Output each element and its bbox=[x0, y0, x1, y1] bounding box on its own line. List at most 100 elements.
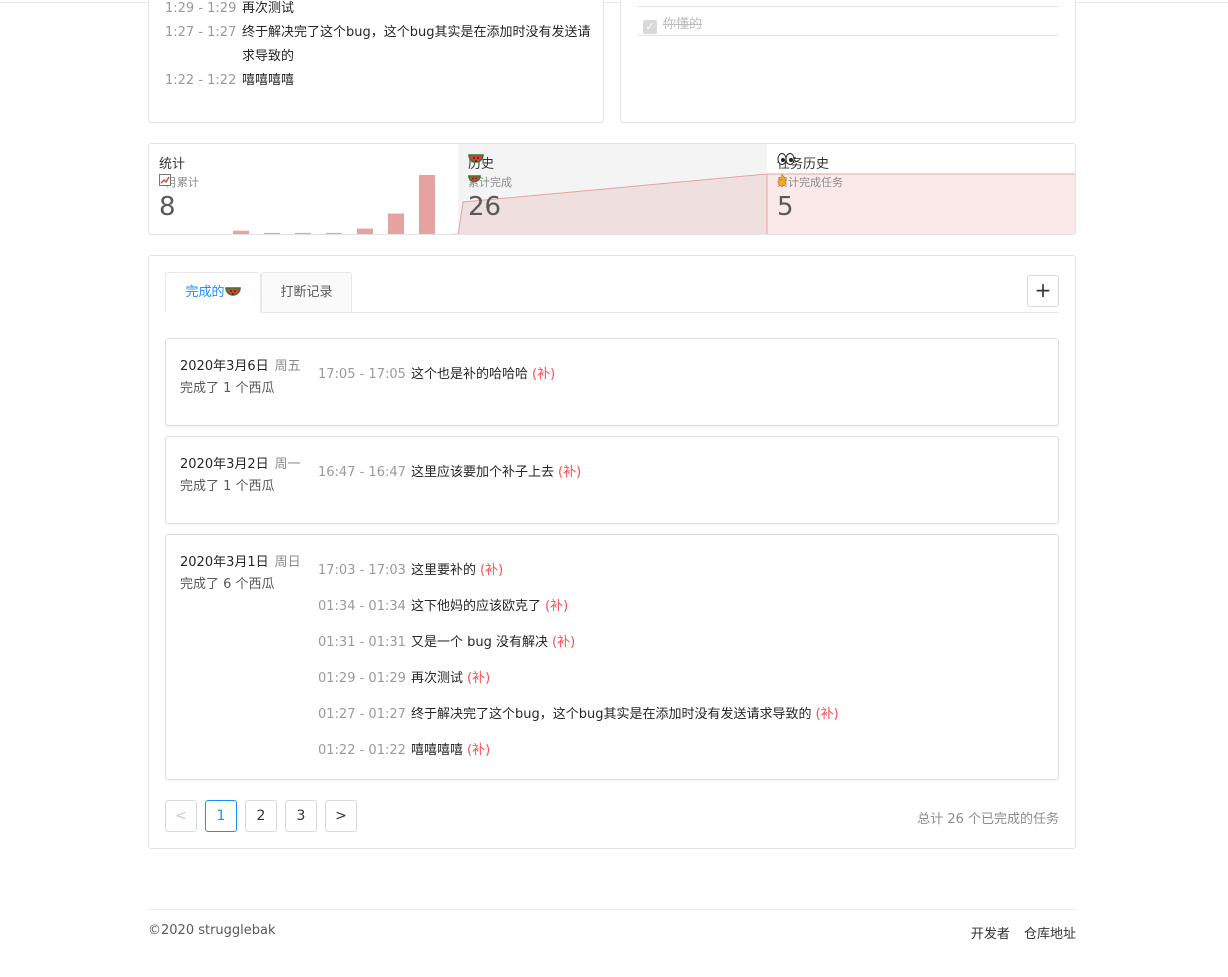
completed-todo-item[interactable]: ✓ 你懂的 bbox=[637, 6, 1059, 36]
task-entry: 01:31 - 01:31 又是一个 bug 没有解决 (补) bbox=[318, 631, 575, 653]
log-time: 1:22 - 1:22 bbox=[165, 73, 237, 88]
log-text: 嘻嘻嘻嘻 bbox=[242, 73, 295, 88]
supplement-tag: (补) bbox=[815, 707, 839, 722]
day-card: 2020年3月6日 周五 完成了 1 个西瓜 17:05 - 17:05 这个也是补… bbox=[165, 338, 1059, 426]
tab-completed[interactable]: 完成的 bbox=[165, 272, 261, 313]
task-entry: 16:47 - 16:47 这里应该要加个补子上去 (补) bbox=[318, 461, 581, 483]
chart-icon bbox=[159, 174, 171, 186]
next-page-button[interactable]: > bbox=[325, 800, 357, 832]
stat-title: 历史 bbox=[468, 153, 494, 172]
day-count: 完成了 1 个西瓜 bbox=[180, 381, 275, 396]
entry-time: 01:34 - 01:34 bbox=[318, 599, 406, 614]
chart-bar bbox=[450, 233, 458, 234]
chart-bar bbox=[388, 213, 404, 234]
todo-card: ✓ 你懂的 bbox=[620, 0, 1076, 123]
task-entry: 01:27 - 01:27 终于解决完了这个bug，这个bug其实是在添加时没有发… bbox=[318, 703, 839, 725]
entry-text: 这下他妈的应该欧克了 bbox=[411, 599, 542, 614]
day-date: 2020年3月6日 周五 bbox=[180, 355, 301, 374]
task-entry: 01:34 - 01:34 这下他妈的应该欧克了 (补) bbox=[318, 595, 568, 617]
supplement-tag: (补) bbox=[532, 367, 556, 382]
stat-title-suffix: 历史 bbox=[803, 157, 830, 172]
stat-subtitle: 累计完成 bbox=[468, 174, 512, 190]
watermelon-icon bbox=[468, 154, 484, 163]
entry-time: 01:29 - 01:29 bbox=[318, 671, 406, 686]
day-card: 2020年3月2日 周一 完成了 1 个西瓜 16:47 - 16:47 这里应该要… bbox=[165, 436, 1059, 524]
entry-time: 16:47 - 16:47 bbox=[318, 465, 406, 480]
tab-label: 完成的 bbox=[185, 285, 225, 300]
weekday: 周日 bbox=[274, 555, 301, 570]
day-count: 完成了 6 个西瓜 bbox=[180, 577, 275, 592]
chart-bar bbox=[419, 175, 435, 234]
todo-text: 你懂的 bbox=[663, 17, 703, 32]
supplement-tag: (补) bbox=[480, 563, 504, 578]
entry-text: 这里应该要加个补子上去 bbox=[411, 465, 555, 480]
footer-divider bbox=[148, 909, 1076, 910]
entry-text: 嘻嘻嘻嘻 bbox=[411, 743, 464, 758]
fire-icon bbox=[777, 174, 787, 186]
task-entry: 17:03 - 17:03 这里要补的 (补) bbox=[318, 559, 503, 581]
date-text: 2020年3月1日 bbox=[180, 555, 269, 570]
entry-time: 01:22 - 01:22 bbox=[318, 743, 406, 758]
task-entry: 01:29 - 01:29 再次测试 (补) bbox=[318, 667, 490, 689]
tab-interruptions[interactable]: 打断记录 bbox=[261, 272, 352, 313]
page-1-button[interactable]: 1 bbox=[205, 800, 237, 832]
stat-number: 5 bbox=[777, 192, 794, 222]
watermelon-icon bbox=[224, 286, 241, 296]
weekday: 周一 bbox=[274, 457, 301, 472]
page-3-button[interactable]: 3 bbox=[285, 800, 317, 832]
stats-panel: 统计 3月累计 8 历史 累计完成 26 任务历史 累计完成任务 5 bbox=[148, 143, 1076, 235]
repo-link[interactable]: 仓库地址 bbox=[1024, 927, 1076, 942]
supplement-tag: (补) bbox=[558, 465, 582, 480]
page-2-button[interactable]: 2 bbox=[245, 800, 277, 832]
log-text: 终于解决完了这个bug，这个bug其实是在添加时没有发送请求导致的 bbox=[242, 25, 591, 64]
log-time: 1:29 - 1:29 bbox=[165, 1, 237, 16]
completed-tasks-card: 完成的 打断记录 + 2020年3月6日 周五 完成了 1 个西瓜 17:05 -… bbox=[148, 255, 1076, 849]
entry-time: 17:03 - 17:03 bbox=[318, 563, 406, 578]
task-entry: 01:22 - 01:22 嘻嘻嘻嘻 (补) bbox=[318, 739, 490, 761]
recent-log-card: 1:29 - 1:29 再次测试 1:27 - 1:27 终于解决完了这个bug… bbox=[148, 0, 604, 123]
total-count: 总计 26 个已完成的任务 bbox=[917, 812, 1059, 827]
log-text: 再次测试 bbox=[242, 1, 295, 16]
supplement-tag: (补) bbox=[467, 671, 491, 686]
add-task-button[interactable]: + bbox=[1027, 275, 1059, 307]
weekday: 周五 bbox=[274, 359, 301, 374]
footer-links: 开发者 仓库地址 bbox=[961, 923, 1076, 942]
entry-text: 又是一个 bug 没有解决 bbox=[411, 635, 549, 650]
stat-monthly: 统计 3月累计 8 bbox=[149, 144, 458, 235]
eyes-icon bbox=[777, 153, 795, 165]
chart-bar bbox=[233, 230, 249, 234]
tab-label: 打断记录 bbox=[280, 285, 333, 300]
developer-link[interactable]: 开发者 bbox=[971, 927, 1010, 942]
log-time: 1:27 - 1:27 bbox=[165, 25, 237, 40]
chart-bar bbox=[326, 232, 342, 234]
stat-tasks: 任务历史 累计完成任务 5 bbox=[767, 144, 1075, 234]
chart-bar bbox=[264, 232, 280, 234]
supplement-tag: (补) bbox=[467, 743, 491, 758]
prev-page-button[interactable]: < bbox=[165, 800, 197, 832]
stat-number: 26 bbox=[468, 192, 502, 222]
entry-text: 再次测试 bbox=[411, 671, 464, 686]
day-card: 2020年3月1日 周日 完成了 6 个西瓜 17:03 - 17:03 这里要补的… bbox=[165, 534, 1059, 780]
chart-bar bbox=[202, 234, 218, 235]
stat-subtitle: 累计完成任务 bbox=[777, 174, 843, 190]
entry-time: 17:05 - 17:05 bbox=[318, 367, 406, 382]
entry-text: 终于解决完了这个bug，这个bug其实是在添加时没有发送请求导致的 bbox=[411, 707, 812, 722]
stat-title: 统计 bbox=[159, 157, 186, 172]
task-entry: 17:05 - 17:05 这个也是补的哈哈哈 (补) bbox=[318, 363, 555, 385]
day-date: 2020年3月2日 周一 bbox=[180, 453, 301, 472]
entry-text: 这里要补的 bbox=[411, 563, 477, 578]
checkbox-checked-icon[interactable]: ✓ bbox=[643, 20, 657, 34]
day-count: 完成了 1 个西瓜 bbox=[180, 479, 275, 494]
tab-bar: 完成的 打断记录 bbox=[165, 272, 1059, 313]
stat-history: 历史 累计完成 26 bbox=[458, 144, 767, 234]
day-date: 2020年3月1日 周日 bbox=[180, 551, 301, 570]
supplement-tag: (补) bbox=[545, 599, 569, 614]
copyright: ©2020 strugglebak bbox=[148, 923, 276, 938]
stat-number: 8 bbox=[159, 192, 176, 222]
stat-subtitle: 3月累计 bbox=[159, 174, 199, 190]
chart-bar bbox=[295, 232, 311, 234]
date-text: 2020年3月6日 bbox=[180, 359, 269, 374]
stat-title: 任务历史 bbox=[777, 153, 829, 172]
supplement-tag: (补) bbox=[552, 635, 576, 650]
watermelon-icon bbox=[468, 175, 481, 183]
